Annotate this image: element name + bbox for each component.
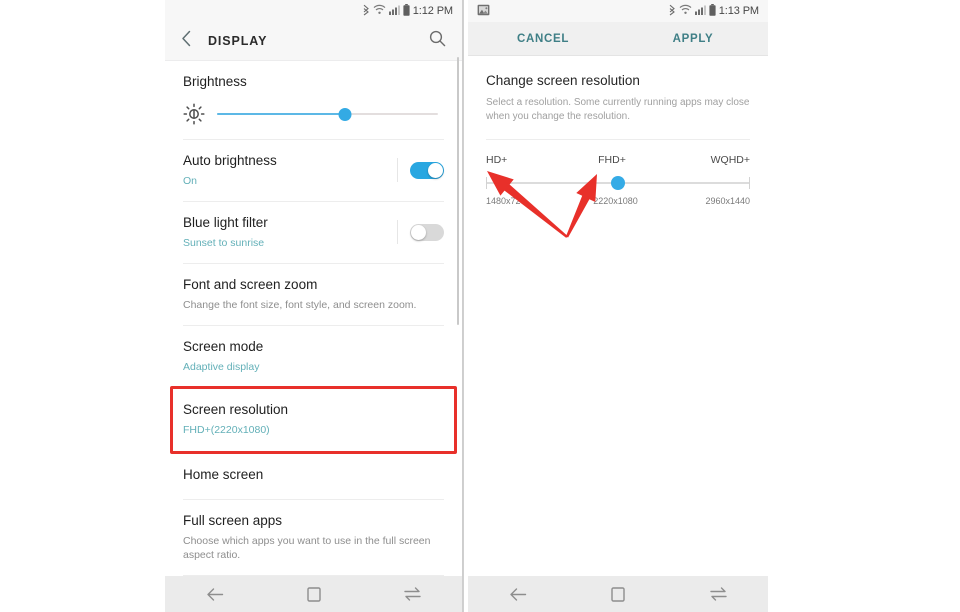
list-item-screen-mode[interactable]: Screen mode Adaptive display	[165, 326, 462, 388]
resolution-name-labels: HD+ FHD+ WQHD+	[486, 154, 750, 166]
page-title: DISPLAY	[208, 34, 268, 48]
toggle-separator	[397, 220, 398, 245]
signal-icon	[694, 4, 706, 18]
recents-icon[interactable]	[696, 579, 740, 609]
search-icon[interactable]	[429, 30, 446, 52]
dialog-action-bar: CANCEL APPLY	[468, 22, 768, 55]
screenshot-root: 1:12 PM DISPLAY Brightness Auto brightne…	[0, 0, 960, 612]
battery-icon	[709, 3, 716, 19]
dialog-separator	[486, 138, 750, 140]
back-arrow-icon[interactable]	[496, 579, 540, 609]
bluetooth-icon	[362, 4, 370, 19]
list-item-font-and-screen-zoom[interactable]: Font and screen zoom Change the font siz…	[165, 263, 462, 326]
left-status-bar: 1:12 PM	[165, 0, 462, 22]
wifi-icon	[373, 4, 386, 18]
left-phone-screen: 1:12 PM DISPLAY Brightness Auto brightne…	[165, 0, 462, 612]
home-square-icon[interactable]	[292, 579, 336, 609]
home-square-icon[interactable]	[596, 579, 640, 609]
right-status-bar: 1:13 PM	[468, 0, 768, 22]
list-item-title: Screen resolution	[183, 402, 289, 418]
toggle-separator	[397, 158, 398, 183]
dialog-title: Change screen resolution	[486, 73, 640, 88]
list-item-screen-resolution[interactable]: Screen resolution FHD+(2220x1080)	[165, 388, 462, 453]
resolution-label-fhd: FHD+	[598, 153, 626, 166]
resolution-value-labels: 1480x720 2220x1080 2960x1440	[486, 196, 750, 206]
change-resolution-dialog: Change screen resolution Select a resolu…	[468, 56, 768, 206]
battery-icon	[403, 3, 410, 19]
resolution-tick-left	[486, 176, 487, 189]
list-item-title: Blue light filter	[183, 214, 268, 230]
resolution-slider-thumb[interactable]	[611, 175, 625, 190]
list-item-title: Full screen apps	[183, 512, 283, 528]
resolution-tick-right	[749, 176, 750, 189]
list-item-title: Auto brightness	[183, 152, 277, 168]
list-item-subtitle: Sunset to sunrise	[183, 236, 265, 249]
brightness-section: Brightness	[165, 61, 462, 91]
brightness-sun-icon	[183, 103, 205, 125]
list-item-subtitle: Adaptive display	[183, 360, 260, 373]
list-item-title: Home screen	[183, 467, 264, 483]
signal-icon	[388, 4, 400, 18]
bluetooth-icon	[668, 4, 676, 19]
left-status-time: 1:12 PM	[412, 5, 453, 17]
wifi-icon	[679, 4, 692, 18]
apply-button[interactable]: APPLY	[618, 33, 768, 45]
resolution-label-wqhd: WQHD+	[710, 153, 750, 166]
list-item-title: Screen mode	[183, 339, 264, 355]
screenshot-image-icon	[477, 4, 490, 19]
dialog-description: Select a resolution. Some currently runn…	[486, 96, 750, 123]
right-phone-screen: 1:13 PM CANCEL APPLY Change screen resol…	[468, 0, 768, 612]
right-nav-bar	[468, 576, 768, 612]
list-item-subtitle: Choose which apps you want to use in the…	[183, 534, 431, 562]
display-settings-list: Brightness Auto brightness On Blue light…	[165, 61, 462, 612]
blue-light-filter-toggle[interactable]	[410, 223, 444, 241]
brightness-label: Brightness	[183, 74, 247, 89]
resolution-value-fhd: 2220x1080	[593, 195, 638, 206]
panel-divider	[462, 0, 464, 612]
auto-brightness-toggle[interactable]	[410, 161, 444, 179]
list-scrollbar[interactable]	[457, 57, 459, 325]
list-item-subtitle: On	[183, 174, 198, 187]
brightness-slider-thumb[interactable]	[338, 107, 352, 121]
brightness-slider-fill	[217, 112, 346, 115]
resolution-label-hd: HD+	[486, 153, 508, 166]
list-item-subtitle: Change the font size, font style, and sc…	[183, 298, 417, 311]
left-nav-bar	[165, 576, 462, 612]
brightness-slider[interactable]	[217, 107, 438, 121]
back-chevron-icon[interactable]	[181, 30, 192, 52]
list-item-auto-brightness[interactable]: Auto brightness On	[165, 139, 462, 201]
list-item-blue-light-filter[interactable]: Blue light filter Sunset to sunrise	[165, 201, 462, 263]
list-item-subtitle: FHD+(2220x1080)	[183, 423, 270, 436]
resolution-value-wqhd: 2960x1440	[705, 195, 750, 206]
recents-icon[interactable]	[391, 579, 435, 609]
right-status-time: 1:13 PM	[718, 5, 759, 17]
back-arrow-icon[interactable]	[193, 579, 237, 609]
display-app-bar: DISPLAY	[165, 22, 462, 60]
resolution-value-hd: 1480x720	[486, 195, 526, 206]
list-item-home-screen[interactable]: Home screen	[165, 452, 462, 499]
cancel-button[interactable]: CANCEL	[468, 33, 618, 45]
list-item-title: Font and screen zoom	[183, 276, 318, 292]
resolution-slider[interactable]	[486, 174, 750, 192]
list-item-full-screen-apps[interactable]: Full screen apps Choose which apps you w…	[165, 499, 462, 576]
brightness-slider-row[interactable]	[165, 91, 462, 139]
